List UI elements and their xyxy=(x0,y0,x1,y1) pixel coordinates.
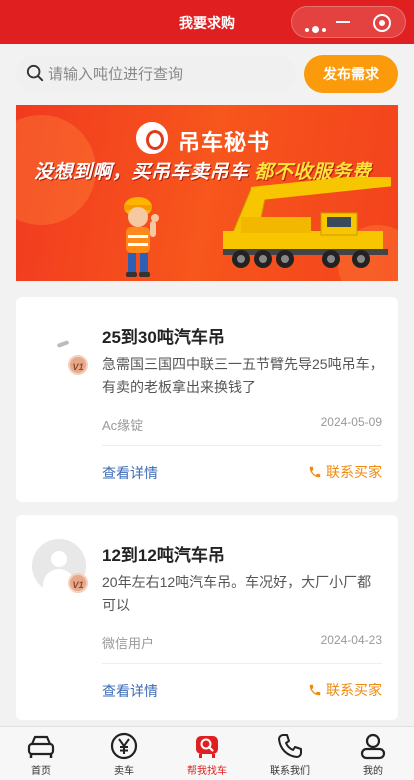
request-user: Ac缘锭 xyxy=(102,418,144,433)
bottom-tab-bar: 首页 卖车 帮我找车 联系我们 我的 xyxy=(0,726,414,780)
promo-banner[interactable]: 吊车秘书 没想到啊，买吊车卖吊车 都不收服务费 xyxy=(16,105,398,281)
search-box[interactable] xyxy=(16,55,296,93)
request-card[interactable]: V1 25到30吨汽车吊 急需国三国四中联三一五节臂先导25吨吊车，有卖的老板拿… xyxy=(16,297,398,502)
user-icon xyxy=(360,733,386,760)
crane-truck-illustration xyxy=(223,177,391,268)
request-title: 12到12吨汽车吊 xyxy=(102,546,225,565)
more-icon[interactable] xyxy=(305,21,329,39)
request-date: 2024-04-23 xyxy=(320,633,382,647)
tab-sell[interactable]: 卖车 xyxy=(94,732,154,777)
view-details-link[interactable]: 查看详情 xyxy=(102,681,158,701)
search-input[interactable] xyxy=(48,55,288,93)
request-title: 25到30吨汽车吊 xyxy=(102,328,225,347)
tab-contact-us[interactable]: 联系我们 xyxy=(260,732,320,777)
tab-home[interactable]: 首页 xyxy=(11,732,71,777)
contact-buyer-button[interactable]: 联系买家 xyxy=(308,680,382,700)
banner-brand: 吊车秘书 xyxy=(178,130,271,155)
search-icon xyxy=(26,64,44,82)
divider xyxy=(102,663,382,664)
close-icon[interactable] xyxy=(373,14,391,32)
nav-bar: 我要求购 xyxy=(0,0,414,44)
request-description: 20年左右12吨汽车吊。车况好，大厂小厂都可以 xyxy=(102,574,372,613)
minimize-icon[interactable] xyxy=(336,21,350,23)
car-icon xyxy=(27,735,55,758)
yen-icon xyxy=(110,732,138,760)
request-description: 急需国三国四中联三一五节臂先导25吨吊车，有卖的老板拿出来换钱了 xyxy=(102,356,384,395)
tab-mine[interactable]: 我的 xyxy=(343,732,403,777)
view-details-link[interactable]: 查看详情 xyxy=(102,463,158,483)
contact-buyer-button[interactable]: 联系买家 xyxy=(308,462,382,482)
request-card[interactable]: V1 12到12吨汽车吊 20年左右12吨汽车吊。车况好，大厂小厂都可以 微信用… xyxy=(16,515,398,720)
worker-illustration xyxy=(124,197,159,277)
publish-request-button[interactable]: 发布需求 xyxy=(304,55,398,93)
avatar-image xyxy=(57,340,69,348)
phone-icon xyxy=(309,684,321,696)
vip-badge: V1 xyxy=(68,355,88,375)
vip-badge: V1 xyxy=(68,573,88,593)
request-date: 2024-05-09 xyxy=(320,415,382,429)
phone-icon xyxy=(309,466,321,478)
mini-program-capsule xyxy=(291,6,406,38)
tab-find-car[interactable]: 帮我找车 xyxy=(177,732,237,777)
phone-icon xyxy=(278,734,302,758)
search-car-icon xyxy=(196,736,218,758)
request-user: 微信用户 xyxy=(102,636,155,651)
divider xyxy=(102,445,382,446)
brand-logo-icon xyxy=(136,122,168,154)
